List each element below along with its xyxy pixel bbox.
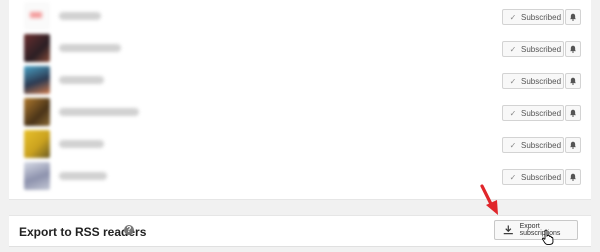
channel-avatar[interactable] [24,162,50,190]
notification-bell-button[interactable] [565,73,581,89]
bell-icon [569,109,577,117]
notification-bell-button[interactable] [565,105,581,121]
subscription-row: ✓ Subscribed [9,32,591,64]
checkmark-icon: ✓ [509,44,517,54]
subscription-row: ✓ Subscribed [9,64,591,96]
channel-avatar[interactable] [24,34,50,62]
subscriptions-panel: ✓ Subscribed ✓ Subscribed ✓ Subscribed ✓… [9,0,591,200]
bell-icon [569,45,577,53]
checkmark-icon: ✓ [509,140,517,150]
subscribed-button[interactable]: ✓ Subscribed [502,105,564,121]
notification-bell-button[interactable] [565,137,581,153]
channel-name-blurred[interactable] [59,76,104,84]
subscription-row: ✓ Subscribed [9,0,591,32]
subscription-row: ✓ Subscribed [9,96,591,128]
notification-bell-button[interactable] [565,9,581,25]
notification-bell-button[interactable] [565,169,581,185]
checkmark-icon: ✓ [509,108,517,118]
channel-avatar[interactable] [24,66,50,94]
subscribed-label: Subscribed [521,12,562,22]
subscribed-label: Subscribed [521,140,562,150]
subscribed-label: Subscribed [521,108,562,118]
channel-avatar[interactable] [24,98,50,126]
bell-icon [569,13,577,21]
subscribed-button[interactable]: ✓ Subscribed [502,137,564,153]
checkmark-icon: ✓ [509,172,517,182]
channel-name-blurred[interactable] [59,140,104,148]
download-icon [503,225,513,235]
subscribed-button[interactable]: ✓ Subscribed [502,169,564,185]
subscribed-label: Subscribed [521,76,562,86]
channel-name-blurred[interactable] [59,44,121,52]
subscribed-button[interactable]: ✓ Subscribed [502,9,564,25]
bell-icon [569,77,577,85]
export-rss-section: Export to RSS readers ? Export subscript… [9,215,591,247]
bell-icon [569,141,577,149]
notification-bell-button[interactable] [565,41,581,57]
channel-avatar[interactable] [24,130,50,158]
help-icon[interactable]: ? [124,225,134,235]
subscribed-label: Subscribed [521,172,562,182]
channel-name-blurred[interactable] [59,12,101,20]
subscribed-button[interactable]: ✓ Subscribed [502,41,564,57]
subscribed-label: Subscribed [521,44,562,54]
subscription-row: ✓ Subscribed [9,160,591,192]
channel-avatar[interactable] [24,2,50,30]
bell-icon [569,173,577,181]
export-subscriptions-button[interactable]: Export subscriptions [494,220,578,240]
hand-cursor [542,229,554,245]
channel-name-blurred[interactable] [59,172,107,180]
channel-name-blurred[interactable] [59,108,139,116]
checkmark-icon: ✓ [509,12,517,22]
subscribed-button[interactable]: ✓ Subscribed [502,73,564,89]
subscription-row: ✓ Subscribed [9,128,591,160]
checkmark-icon: ✓ [509,76,517,86]
red-arrow [480,184,498,215]
